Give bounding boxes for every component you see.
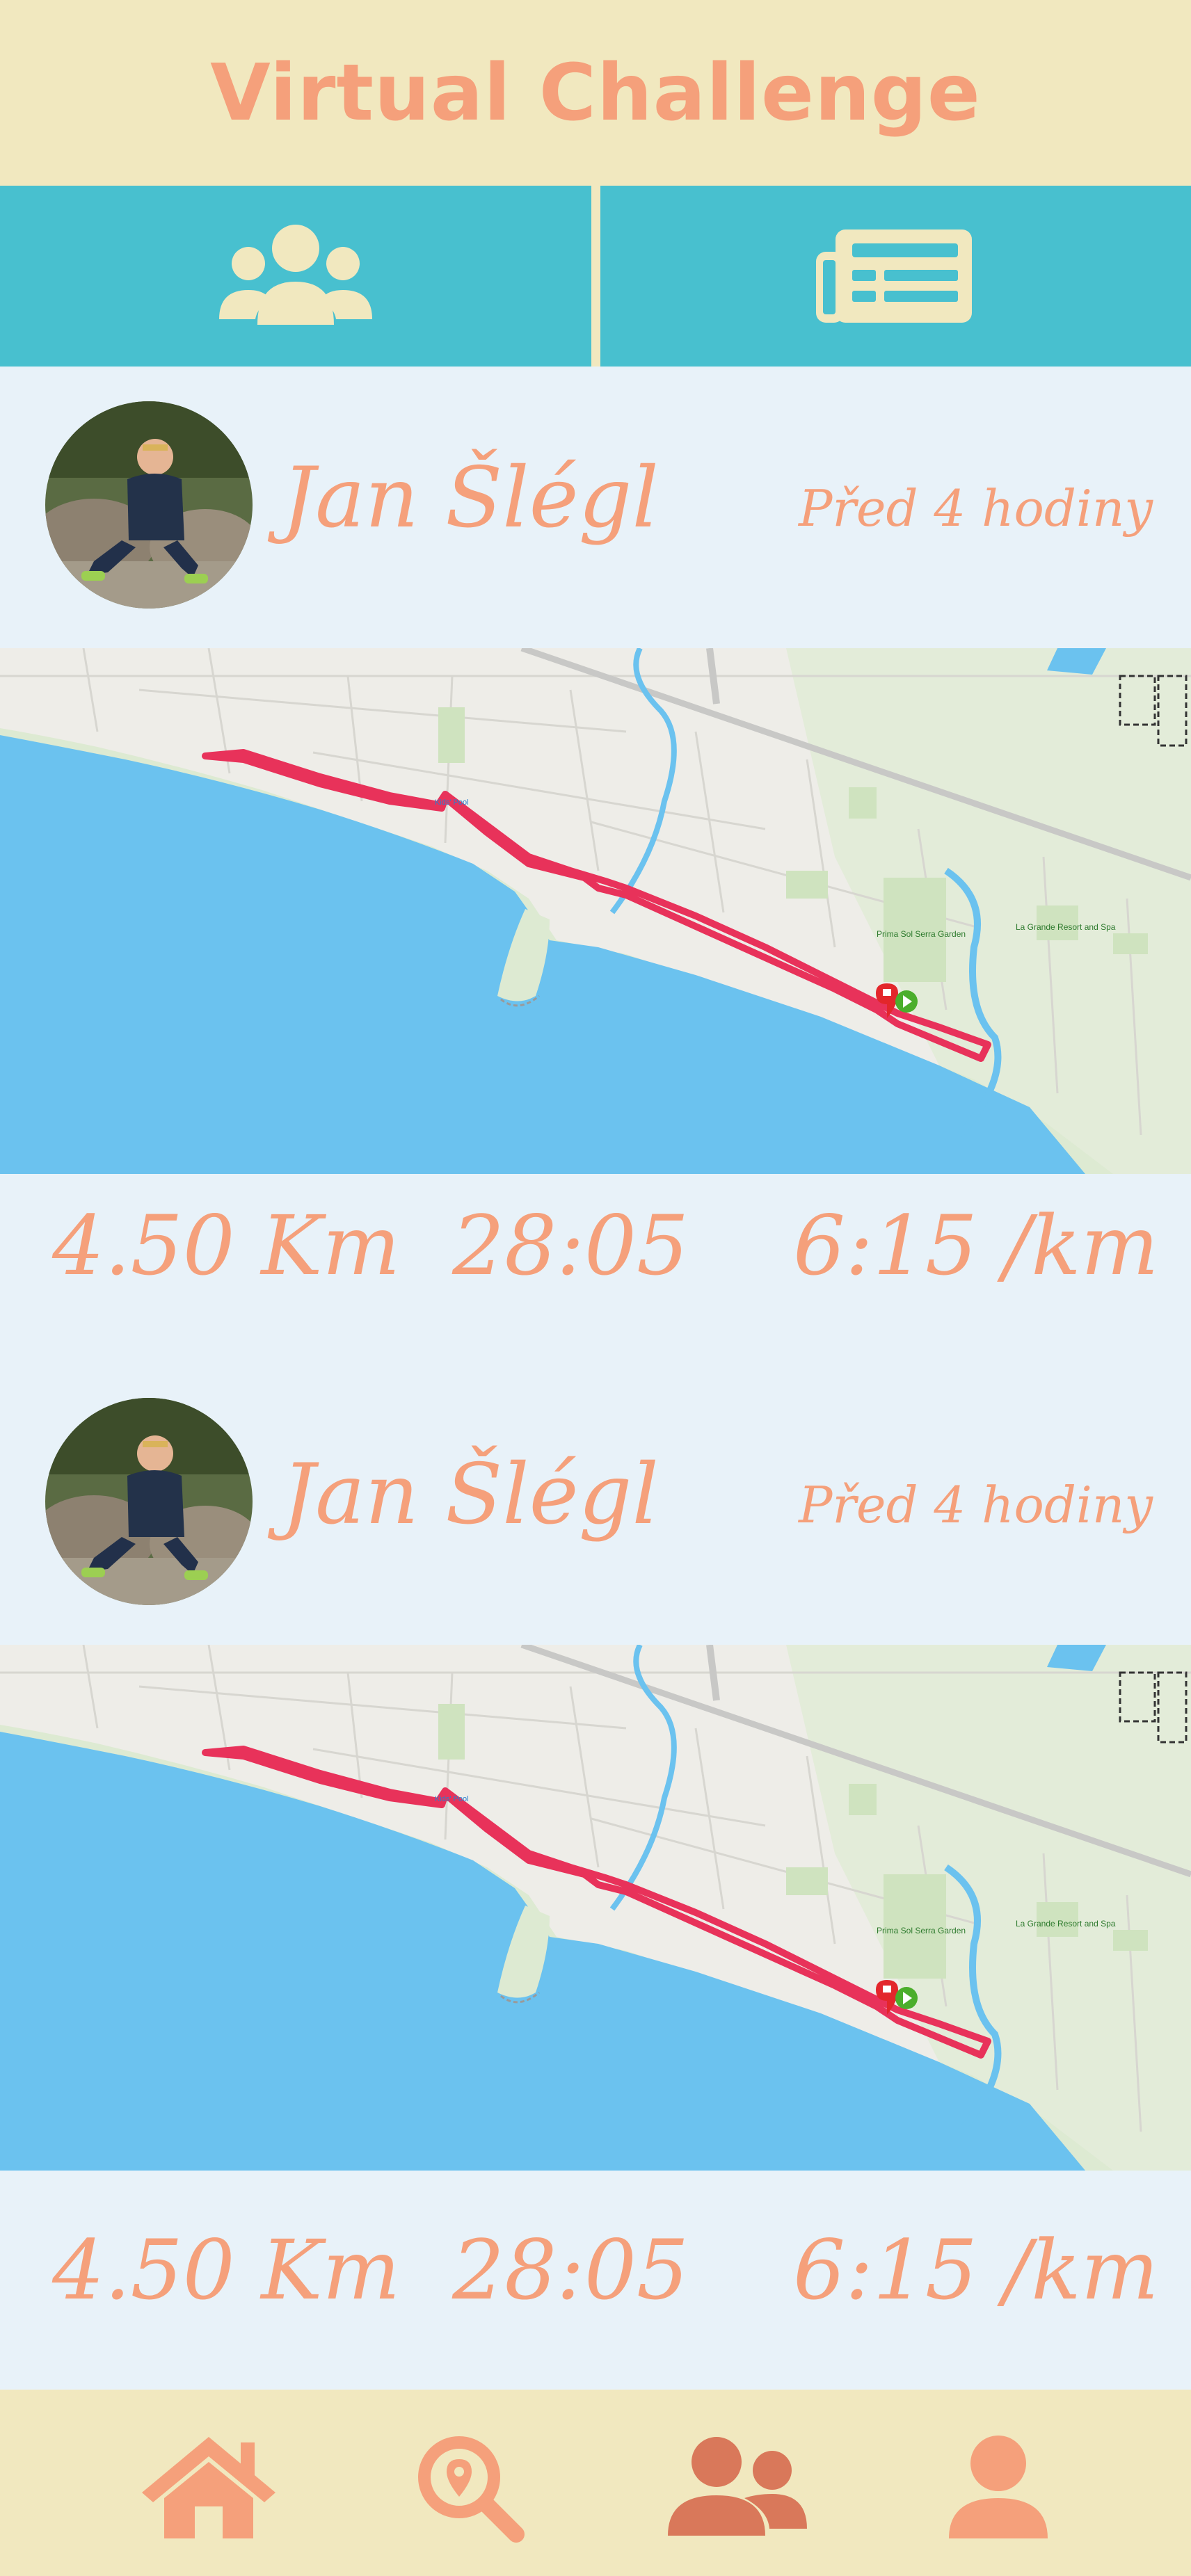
tab-community[interactable] [0, 186, 591, 367]
post-time: Před 4 hodiny [798, 1476, 1153, 1534]
tab-bar [0, 186, 1191, 367]
feed-post: Jan Šlégl Před 4 hodiny Kids' Pool Prima… [0, 367, 1191, 1344]
stat-duration: 28:05 [452, 2222, 689, 2318]
app-title: Virtual Challenge [210, 47, 981, 138]
bottom-nav [0, 2390, 1191, 2576]
avatar-photo [45, 1398, 253, 1605]
map-label: Kids' Pool [435, 798, 469, 807]
tab-divider [591, 186, 600, 367]
friends-icon [668, 2437, 807, 2536]
map-image: Kids' Pool Prima Sol Serra Garden La Gra… [0, 1645, 1191, 2171]
avatar[interactable] [45, 401, 253, 609]
group-icon [219, 225, 372, 325]
newspaper-icon [815, 230, 972, 323]
stat-pace: 6:15 /km [793, 1198, 1159, 1294]
stat-distance: 4.50 Km [52, 1198, 401, 1294]
user-name[interactable]: Jan Šlégl [282, 1454, 659, 1537]
post-header[interactable]: Jan Šlégl Před 4 hodiny [0, 1363, 1191, 1641]
location-search-icon [418, 2436, 525, 2543]
route-map[interactable]: Kids' Pool Prima Sol Serra Garden La Gra… [0, 1645, 1191, 2171]
nav-friends[interactable] [661, 2431, 814, 2543]
activity-stats: 4.50 Km 28:05 6:15 /km [0, 2229, 1191, 2326]
stat-duration: 28:05 [452, 1198, 689, 1294]
home-icon [142, 2437, 275, 2538]
avatar-photo [45, 401, 253, 609]
tab-news[interactable] [600, 186, 1191, 367]
map-label: Prima Sol Serra Garden [877, 929, 966, 939]
route-map[interactable]: Kids' Pool Prima Sol Serra Garden La Gra… [0, 648, 1191, 1174]
start-marker [895, 990, 918, 1013]
avatar[interactable] [45, 1398, 253, 1605]
app-header: Virtual Challenge [0, 0, 1191, 186]
map-label: La Grande Resort and Spa [1016, 922, 1116, 932]
user-name[interactable]: Jan Šlégl [282, 457, 659, 540]
profile-icon [949, 2436, 1048, 2538]
nav-search-location[interactable] [397, 2431, 550, 2543]
stat-pace: 6:15 /km [793, 2222, 1159, 2318]
map-label: Prima Sol Serra Garden [877, 1926, 966, 1935]
post-header[interactable]: Jan Šlégl Před 4 hodiny [0, 367, 1191, 645]
feed-post: Jan Šlégl Před 4 hodiny Kids' Pool Prima… [0, 1363, 1191, 2390]
activity-stats: 4.50 Km 28:05 6:15 /km [0, 1205, 1191, 1302]
start-marker [895, 1987, 918, 2009]
map-image: Kids' Pool Prima Sol Serra Garden La Gra… [0, 648, 1191, 1174]
map-label: Kids' Pool [435, 1795, 469, 1803]
nav-profile[interactable] [922, 2431, 1075, 2543]
stat-distance: 4.50 Km [52, 2222, 401, 2318]
nav-home[interactable] [132, 2431, 285, 2543]
post-time: Před 4 hodiny [798, 479, 1153, 538]
map-label: La Grande Resort and Spa [1016, 1919, 1116, 1929]
